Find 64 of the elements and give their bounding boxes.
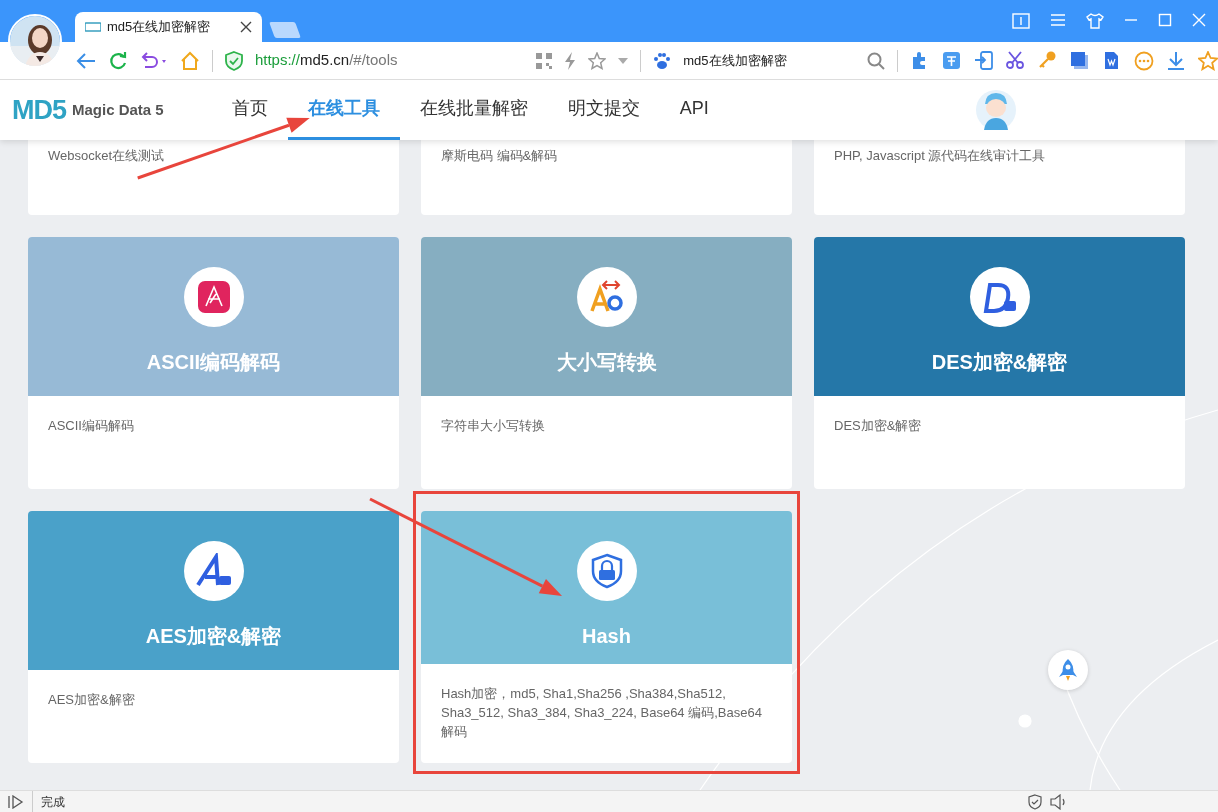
download-icon[interactable] xyxy=(1166,50,1186,71)
star-icon[interactable] xyxy=(1198,50,1218,71)
address-field[interactable]: https://md5.cn/#/tools xyxy=(254,49,525,72)
undo-icon[interactable] xyxy=(140,50,168,71)
logo-text: Magic Data 5 xyxy=(72,99,164,120)
card-description: DES加密&解密 xyxy=(833,417,923,435)
screenshot-icon[interactable] xyxy=(1070,50,1090,71)
ascii-logo-icon xyxy=(195,279,232,315)
card-description: AES加密&解密 xyxy=(47,691,136,709)
window-count-icon[interactable] xyxy=(1012,13,1030,29)
card-description: 字符串大小写转换 xyxy=(440,417,546,435)
home-icon[interactable] xyxy=(180,50,200,71)
card-title: ASCII编码解码 xyxy=(146,350,281,375)
back-arrow-icon[interactable] xyxy=(76,51,96,70)
lightning-icon[interactable] xyxy=(564,51,577,70)
reload-icon[interactable] xyxy=(108,50,128,71)
phone-transfer-icon[interactable] xyxy=(974,50,994,71)
play-icon[interactable] xyxy=(8,794,24,809)
nav-link[interactable]: 首页 xyxy=(211,80,288,140)
search-icon[interactable] xyxy=(867,51,886,70)
more-options-icon[interactable] xyxy=(1134,50,1154,71)
menu-icon[interactable] xyxy=(1050,13,1066,27)
case-convert-icon xyxy=(588,279,625,315)
tool-card[interactable]: DES加密&解密 DES加密&解密 xyxy=(814,237,1185,489)
back-to-top-button[interactable] xyxy=(1048,650,1088,690)
site-favicon-icon xyxy=(85,22,101,32)
scissors-icon[interactable] xyxy=(1006,50,1026,71)
card-description: ASCII编码解码 xyxy=(47,417,135,435)
status-text: 完成 xyxy=(41,793,65,811)
nav-link[interactable]: 在线批量解密 xyxy=(399,80,548,140)
rocket-icon xyxy=(1058,658,1078,682)
card-description: PHP, Javascript 源代码在线审计工具 xyxy=(834,147,1047,165)
tool-card[interactable]: 大小写转换 字符串大小写转换 xyxy=(421,237,792,489)
card-description: Websocket在线测试 xyxy=(48,147,166,165)
tool-card[interactable]: Hash Hash加密，md5, Sha1,Sha256 ,Sha384,Sha512, Sha3_512, Sha3_384, Sha3_224, Base64 编码,Base64 解码 xyxy=(421,511,792,763)
tool-card[interactable]: AES加密&解密 AES加密&解密 xyxy=(28,511,399,763)
star-icon[interactable] xyxy=(588,51,607,70)
card-title: 大小写转换 xyxy=(556,350,657,375)
aes-logo-icon xyxy=(195,553,232,589)
card-description: Hash加密，md5, Sha1,Sha256 ,Sha384,Sha512, Sha3_512, Sha3_384, Sha3_224, Base64 编码,Base64 解码 xyxy=(440,685,763,742)
shield-icon[interactable] xyxy=(1028,793,1042,810)
tool-card[interactable]: Websocket在线测试 xyxy=(28,140,399,215)
card-description: 摩斯电码 编码&解码 xyxy=(441,147,559,165)
tool-card[interactable]: 摩斯电码 编码&解码 xyxy=(421,140,792,215)
speaker-icon[interactable] xyxy=(1050,793,1068,810)
card-title: DES加密&解密 xyxy=(931,350,1068,375)
close-icon[interactable] xyxy=(240,21,252,33)
card-title: AES加密&解密 xyxy=(145,624,282,649)
tool-card[interactable]: ASCII编码解码 ASCII编码解码 xyxy=(28,237,399,489)
paw-icon[interactable] xyxy=(653,51,672,70)
translate-icon[interactable] xyxy=(942,50,962,71)
qr-code-icon[interactable] xyxy=(536,52,553,69)
maximize-icon[interactable] xyxy=(1158,13,1172,27)
shirt-icon[interactable] xyxy=(1086,13,1104,29)
tool-card[interactable]: PHP, Javascript 源代码在线审计工具 xyxy=(814,140,1185,215)
nav-link[interactable]: API xyxy=(659,80,729,140)
card-title: Hash xyxy=(582,624,631,649)
search-field[interactable]: md5在线加密解密 xyxy=(683,50,856,71)
shield-check-icon xyxy=(224,50,243,71)
nav-link[interactable]: 明文提交 xyxy=(547,80,660,140)
caret-icon[interactable] xyxy=(618,57,629,64)
avatar-icon[interactable] xyxy=(976,90,1016,130)
new-tab-button[interactable] xyxy=(269,22,301,38)
browser-tab[interactable]: md5在线加密解密 xyxy=(75,12,262,42)
